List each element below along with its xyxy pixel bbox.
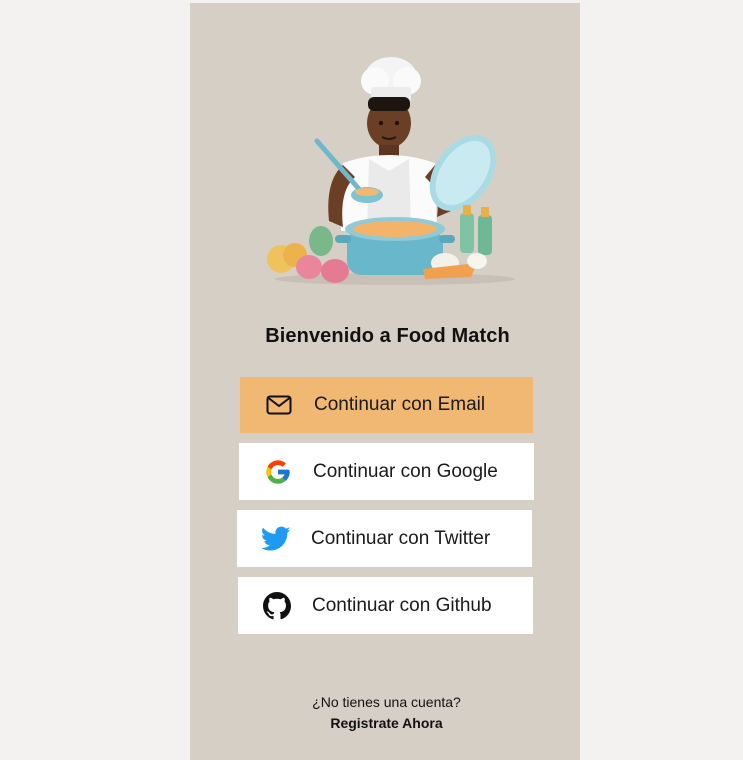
register-link[interactable]: Registrate Ahora: [190, 715, 580, 731]
github-icon: [262, 591, 292, 621]
twitter-icon: [261, 524, 291, 554]
continue-github-label: Continuar con Github: [312, 594, 492, 616]
no-account-prompt: ¿No tienes una cuenta?: [312, 694, 461, 710]
continue-email-label: Continuar con Email: [314, 394, 486, 415]
welcome-title: Bienvenido a Food Match: [265, 325, 510, 347]
continue-email-button[interactable]: Continuar con Email: [240, 377, 533, 433]
continue-twitter-label: Continuar con Twitter: [311, 527, 491, 549]
login-screen: Bienvenido a Food Match Continuar con Em…: [190, 3, 580, 760]
chef-illustration: [267, 57, 515, 285]
mail-icon: [264, 390, 294, 420]
google-icon: [263, 457, 293, 487]
continue-twitter-button[interactable]: Continuar con Twitter: [237, 510, 532, 567]
continue-google-label: Continuar con Google: [313, 460, 498, 482]
continue-google-button[interactable]: Continuar con Google: [239, 443, 534, 500]
continue-github-button[interactable]: Continuar con Github: [238, 577, 533, 634]
